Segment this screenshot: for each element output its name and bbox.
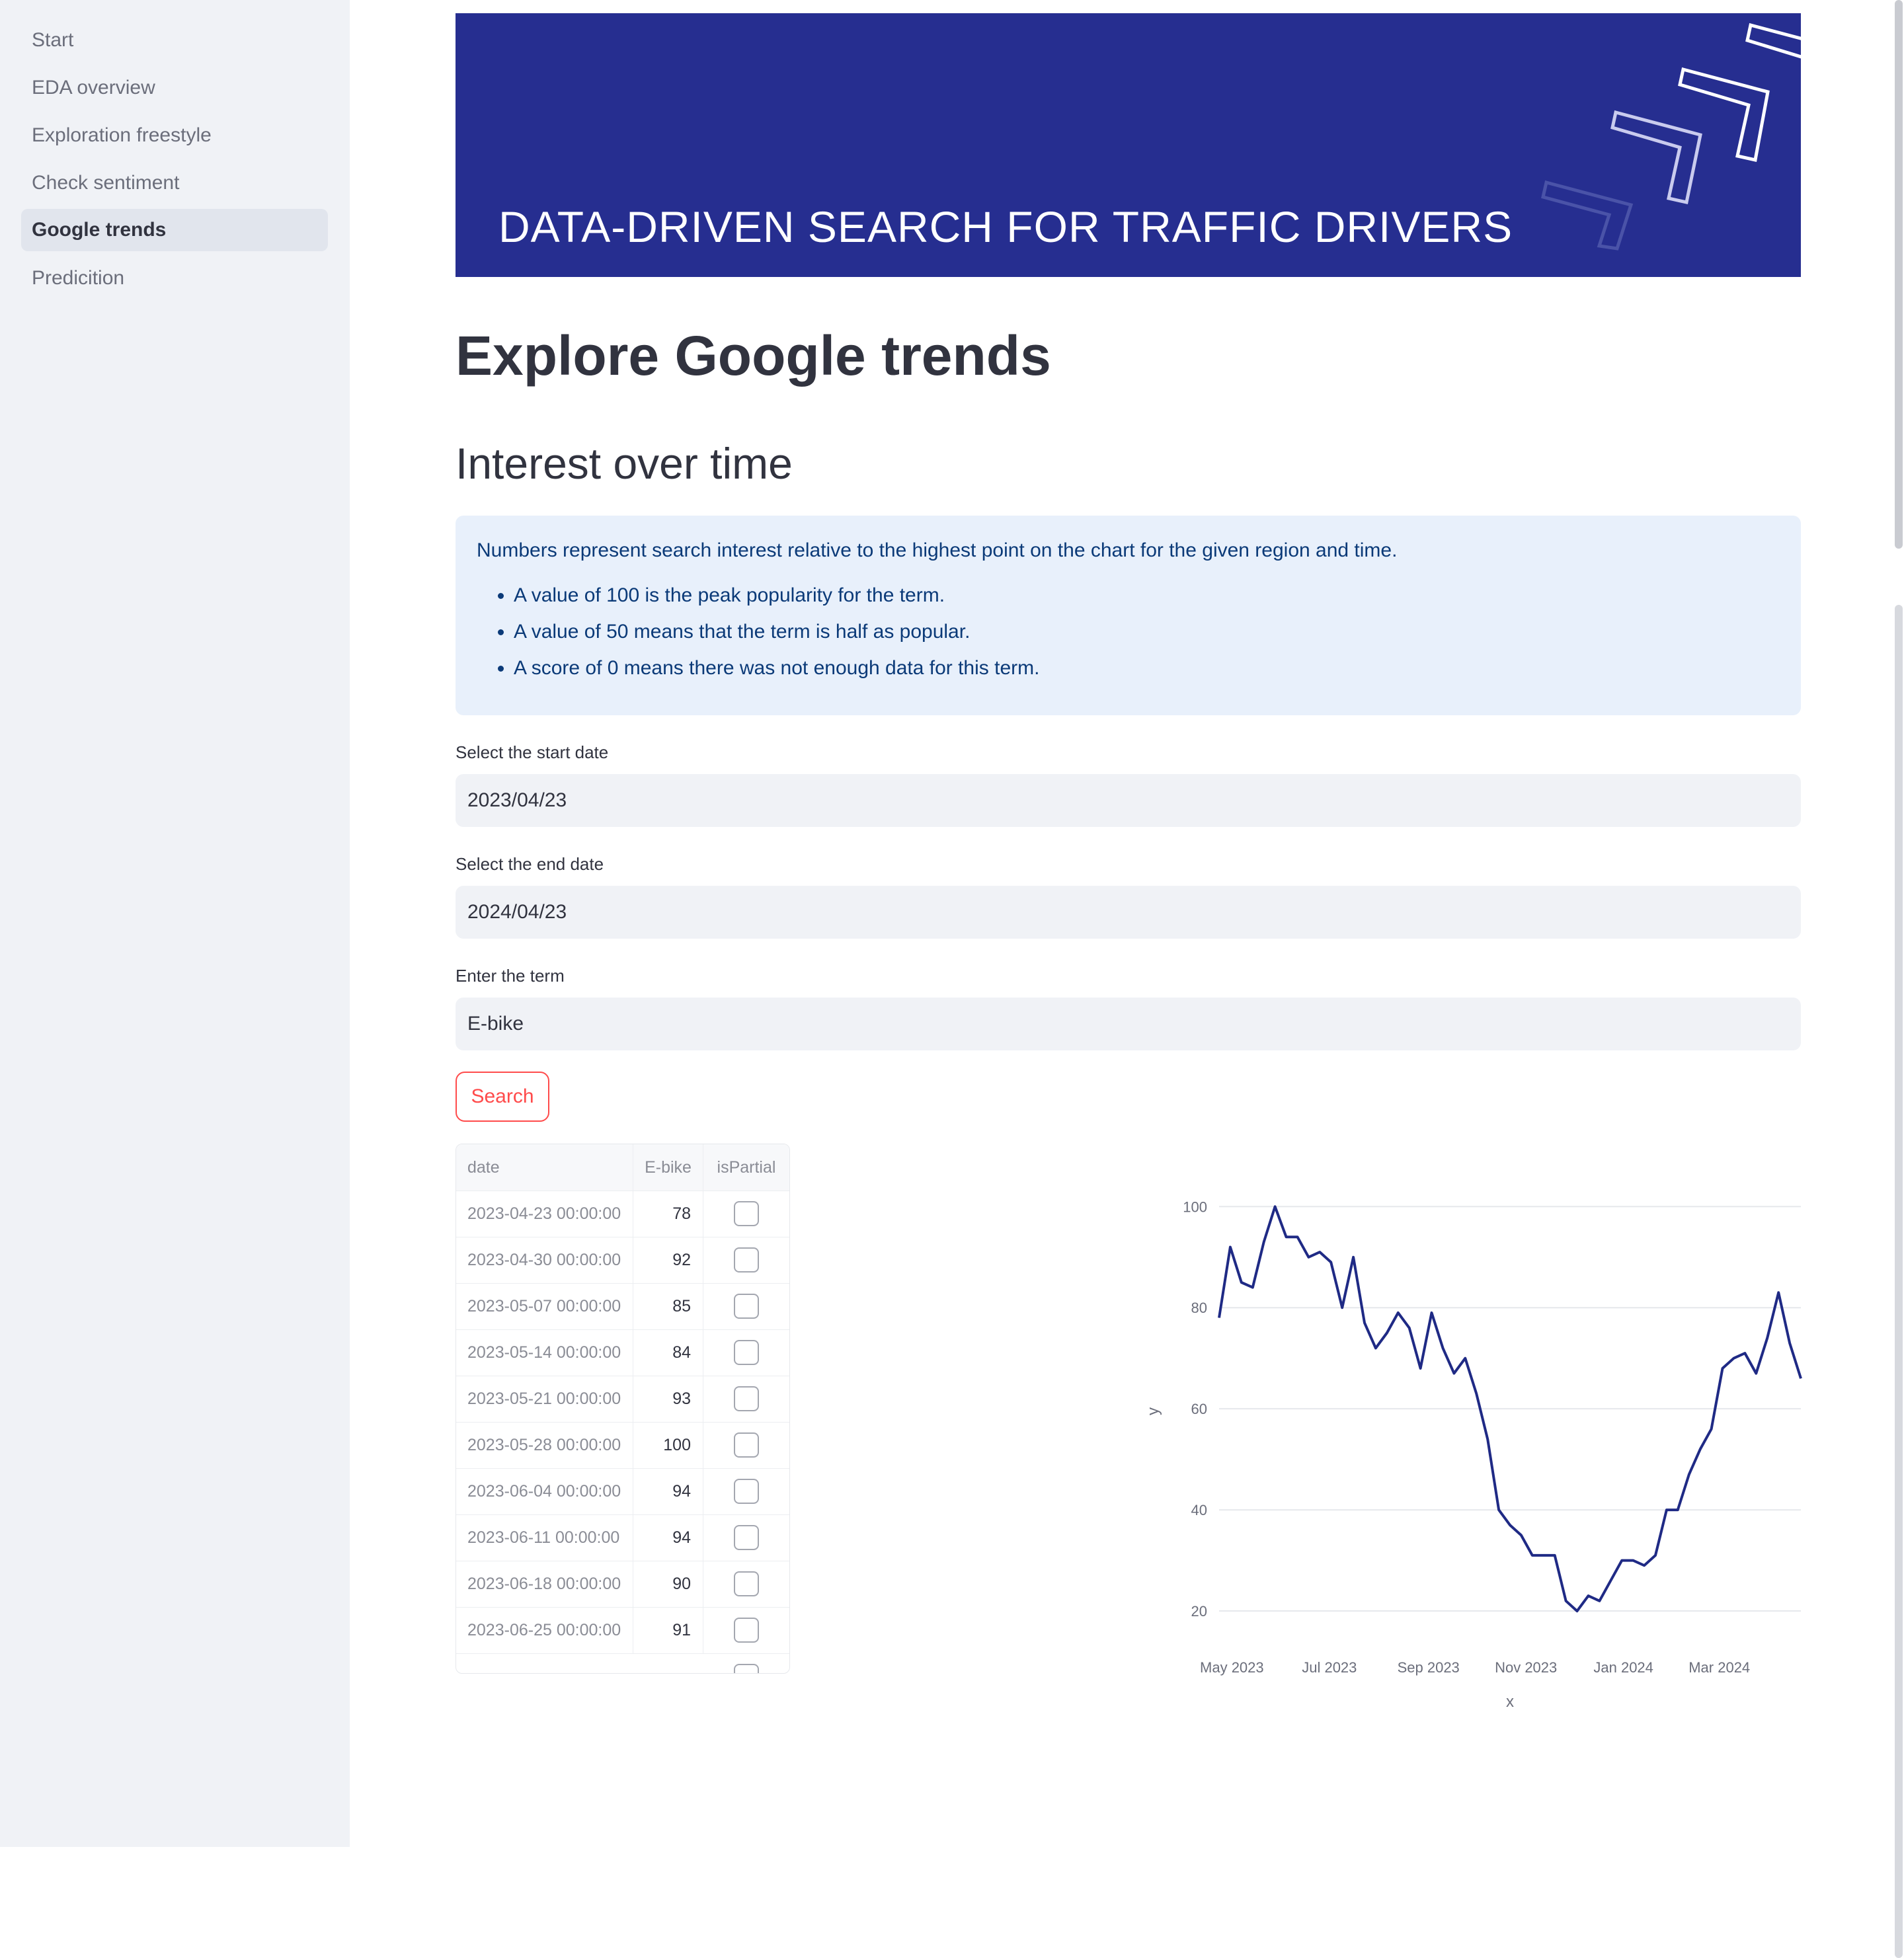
table-row: 2023-05-07 00:00:00 85 [456,1283,789,1330]
ispartial-checkbox[interactable] [734,1525,759,1550]
ispartial-checkbox[interactable] [734,1340,759,1365]
sidebar-item-exploration-freestyle[interactable]: Exploration freestyle [21,114,328,157]
cell-e-bike[interactable]: 85 [633,1283,703,1329]
table-row: 2023-04-23 00:00:00 78 [456,1191,789,1237]
page-title: Explore Google trends [456,325,1051,387]
scrollbar-thumb[interactable] [1895,0,1903,549]
x-tick-label: Sep 2023 [1398,1659,1460,1676]
ispartial-checkbox[interactable] [734,1571,759,1596]
cell-e-bike[interactable]: 94 [633,1514,703,1561]
cell-ispartial[interactable] [703,1376,789,1422]
start-date-label: Select the start date [456,742,609,762]
y-tick-label: 80 [1191,1300,1207,1316]
info-bullet: A score of 0 means there was not enough … [514,657,1780,680]
cell-e-bike[interactable]: 78 [633,1191,703,1237]
info-bullet: A value of 50 means that the term is hal… [514,621,1780,643]
cell-ispartial[interactable] [703,1283,789,1329]
term-label: Enter the term [456,966,565,986]
cell-ispartial[interactable] [703,1561,789,1607]
sidebar: Start EDA overview Exploration freestyle… [0,0,350,1847]
table-row: 2023-05-28 00:00:00 100 [456,1422,789,1469]
cell-e-bike[interactable]: 84 [633,1329,703,1376]
sidebar-item-check-sentiment[interactable]: Check sentiment [21,162,328,204]
cell-date[interactable]: 2023-06-04 00:00:00 [456,1468,633,1514]
info-bullet: A value of 100 is the peak popularity fo… [514,584,1780,607]
cell-ispartial[interactable] [703,1422,789,1468]
header-banner: DATA-DRIVEN SEARCH FOR TRAFFIC DRIVERS [456,13,1801,277]
search-button[interactable]: Search [456,1072,549,1122]
table-row-partial [456,1653,789,1673]
cell-date[interactable]: 2023-04-30 00:00:00 [456,1237,633,1283]
cell-ispartial[interactable] [703,1191,789,1237]
table-row: 2023-04-30 00:00:00 92 [456,1237,789,1284]
y-tick-label: 60 [1191,1401,1207,1417]
cell-e-bike[interactable]: 91 [633,1607,703,1653]
ispartial-checkbox[interactable] [734,1618,759,1643]
cell-e-bike[interactable]: 92 [633,1237,703,1283]
cell-date[interactable]: 2023-06-11 00:00:00 [456,1514,633,1561]
y-axis-label: y [1144,1407,1162,1415]
interest-chart: 20 40 60 80 100 May 2023 Jul 2023 Sep 2023 Nov 2… [1124,1190,1805,1722]
x-tick-label: Jan 2024 [1593,1659,1653,1676]
x-axis-label: x [1506,1693,1514,1711]
sidebar-item-google-trends[interactable]: Google trends [21,209,328,251]
start-date-input[interactable]: 2023/04/23 [456,774,1801,827]
info-intro: Numbers represent search interest relati… [477,539,1398,561]
cell-date[interactable]: 2023-05-07 00:00:00 [456,1283,633,1329]
cell-ispartial[interactable] [703,1607,789,1653]
scrollbar-thumb-secondary[interactable] [1895,605,1903,1958]
cell-date[interactable]: 2023-05-21 00:00:00 [456,1376,633,1422]
ispartial-checkbox[interactable] [734,1432,759,1458]
y-tick-label: 40 [1191,1502,1207,1518]
sidebar-item-predicition[interactable]: Predicition [21,257,328,299]
ispartial-checkbox[interactable] [734,1247,759,1273]
ispartial-checkbox[interactable] [734,1294,759,1319]
column-header-date[interactable]: date [456,1144,633,1191]
sidebar-item-start[interactable]: Start [21,19,328,61]
ispartial-checkbox[interactable] [734,1386,759,1411]
column-header-ispartial[interactable]: isPartial [703,1144,789,1191]
cell-ispartial[interactable] [703,1468,789,1514]
cell-date[interactable]: 2023-06-18 00:00:00 [456,1561,633,1607]
term-input[interactable]: E-bike [456,998,1801,1050]
table-row: 2023-05-21 00:00:00 93 [456,1376,789,1423]
sidebar-item-eda-overview[interactable]: EDA overview [21,67,328,109]
end-date-label: Select the end date [456,854,604,874]
x-tick-label: Mar 2024 [1688,1659,1750,1676]
column-header-e-bike[interactable]: E-bike [633,1144,703,1191]
cell-date[interactable]: 2023-04-23 00:00:00 [456,1191,633,1237]
ispartial-checkbox[interactable] [734,1479,759,1504]
line-chart: 20 40 60 80 100 May 2023 Jul 2023 Sep 2023 Nov 2… [1144,1198,1802,1711]
cell-e-bike[interactable]: 90 [633,1561,703,1607]
end-date-input[interactable]: 2024/04/23 [456,886,1801,939]
cell-e-bike[interactable]: 100 [633,1422,703,1468]
cell-ispartial[interactable] [703,1514,789,1561]
table-row: 2023-05-14 00:00:00 84 [456,1329,789,1376]
info-bullets: A value of 100 is the peak popularity fo… [477,584,1780,680]
x-tick-label: Nov 2023 [1495,1659,1557,1676]
banner-title: DATA-DRIVEN SEARCH FOR TRAFFIC DRIVERS [498,202,1513,251]
table-row: 2023-06-11 00:00:00 94 [456,1514,789,1561]
table-row: 2023-06-18 00:00:00 90 [456,1561,789,1608]
table-row: 2023-06-04 00:00:00 94 [456,1468,789,1515]
section-title: Interest over time [456,439,793,488]
table-header: date E-bike isPartial [456,1144,789,1191]
trends-table[interactable]: date E-bike isPartial 2023-04-23 00:00:0… [456,1144,790,1674]
y-tick-label: 20 [1191,1603,1207,1620]
ispartial-checkbox[interactable] [734,1201,759,1226]
cell-date[interactable]: 2023-06-25 00:00:00 [456,1607,633,1653]
cell-ispartial[interactable] [703,1653,789,1673]
cell-e-bike[interactable]: 94 [633,1468,703,1514]
x-tick-label: Jul 2023 [1302,1659,1357,1676]
x-tick-label: May 2023 [1200,1659,1264,1676]
cell-date[interactable]: 2023-05-14 00:00:00 [456,1329,633,1376]
cell-ispartial[interactable] [703,1237,789,1283]
ispartial-checkbox[interactable] [734,1664,759,1673]
cell-e-bike[interactable]: 93 [633,1376,703,1422]
cell-date[interactable]: 2023-05-28 00:00:00 [456,1422,633,1468]
table-row: 2023-06-25 00:00:00 91 [456,1607,789,1654]
cell-ispartial[interactable] [703,1329,789,1376]
y-tick-label: 100 [1183,1198,1207,1215]
info-box: Numbers represent search interest relati… [456,516,1801,715]
